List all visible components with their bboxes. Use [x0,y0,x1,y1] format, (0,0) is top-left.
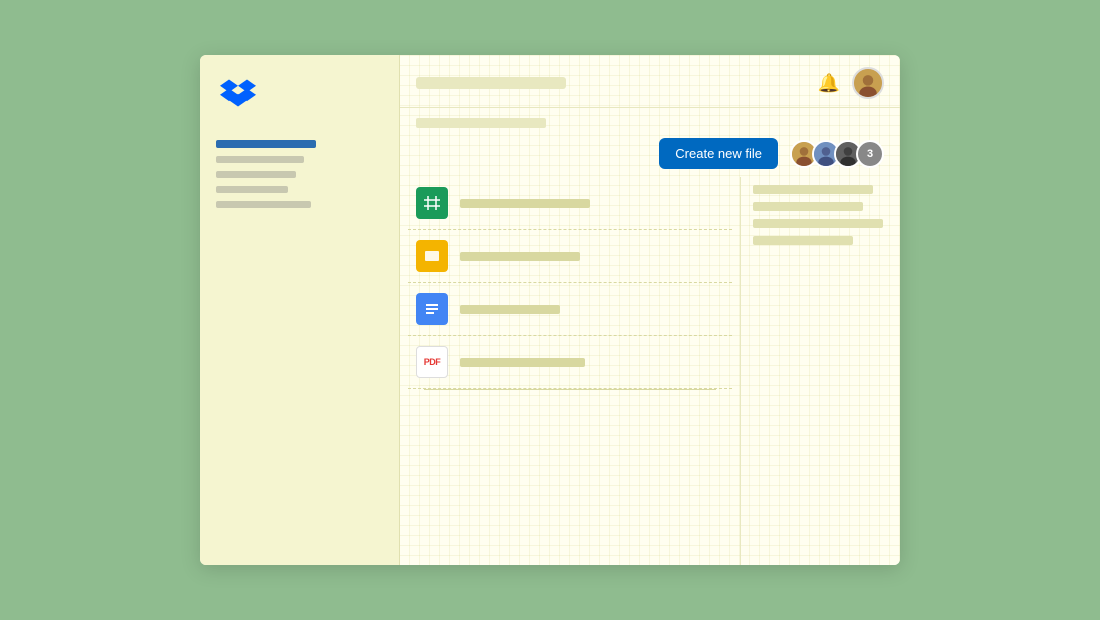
header: 🔔 [400,55,900,108]
list-item[interactable] [408,177,732,230]
file-name-bar [460,252,580,261]
file-info [460,358,724,367]
file-info [460,252,724,261]
list-item[interactable]: PDF [408,336,732,389]
file-name-bar [460,199,590,208]
sidebar-item-photos[interactable] [216,171,296,178]
file-list: PDF [400,177,740,565]
right-panel-item [753,236,853,245]
main-content: 🔔 Create new file [400,55,900,565]
sheets-icon-svg [421,192,443,214]
list-item[interactable] [408,283,732,336]
notification-bell-icon[interactable]: 🔔 [818,73,840,94]
content-area: PDF [400,177,900,565]
file-name-bar [460,358,585,367]
right-panel [740,177,900,565]
bottom-separator [424,389,716,394]
dropbox-icon [220,75,256,111]
sidebar-item-recent[interactable] [216,201,311,208]
slides-icon [416,240,448,272]
sidebar-item-shared[interactable] [216,186,288,193]
docs-icon [416,293,448,325]
header-actions: 🔔 [818,67,884,99]
toolbar [400,108,900,138]
sidebar-nav [216,140,383,208]
sidebar-item-files[interactable] [216,156,304,163]
list-item[interactable] [408,230,732,283]
collaborator-extra-count: 3 [856,140,884,168]
app-window: 🔔 Create new file [200,55,900,565]
file-info [460,199,724,208]
slides-icon-svg [421,245,443,267]
user-avatar[interactable] [852,67,884,99]
user-avatar-image [854,69,882,97]
pdf-label: PDF [424,357,441,367]
create-new-file-button[interactable]: Create new file [659,138,778,169]
right-panel-item [753,219,883,228]
collaborators-group: 3 [790,140,884,168]
breadcrumb [416,118,546,128]
right-panel-item [753,185,873,194]
search-bar[interactable] [416,77,566,89]
sheets-icon [416,187,448,219]
pdf-icon: PDF [416,346,448,378]
docs-icon-svg [421,298,443,320]
sidebar-item-home[interactable] [216,140,316,148]
right-panel-item [753,202,863,211]
file-name-bar [460,305,560,314]
file-info [460,305,724,314]
sidebar [200,55,400,565]
sidebar-logo [216,75,383,116]
